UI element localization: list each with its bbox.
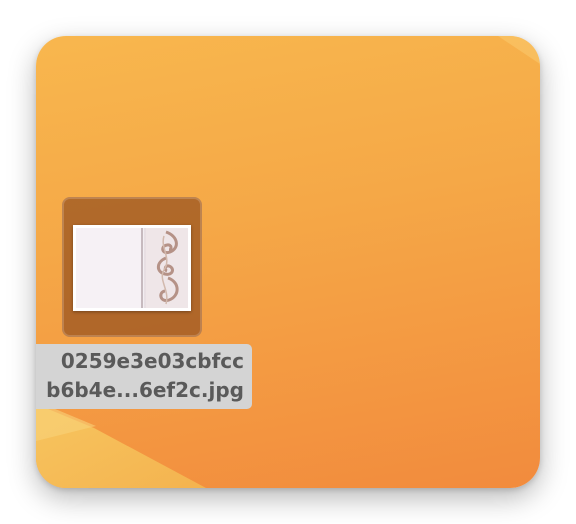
desktop-wallpaper[interactable]: 0259e3e03cbfcc b6b4e...6ef2c.jpg xyxy=(36,36,540,488)
image-file-icon[interactable] xyxy=(73,225,191,311)
file-name-line-2: b6b4e...6ef2c.jpg xyxy=(46,378,244,402)
ornament-thumbnail-icon xyxy=(76,228,188,308)
file-name-label[interactable]: 0259e3e03cbfcc b6b4e...6ef2c.jpg xyxy=(36,344,252,409)
file-name-line-1: 0259e3e03cbfcc xyxy=(60,349,244,373)
